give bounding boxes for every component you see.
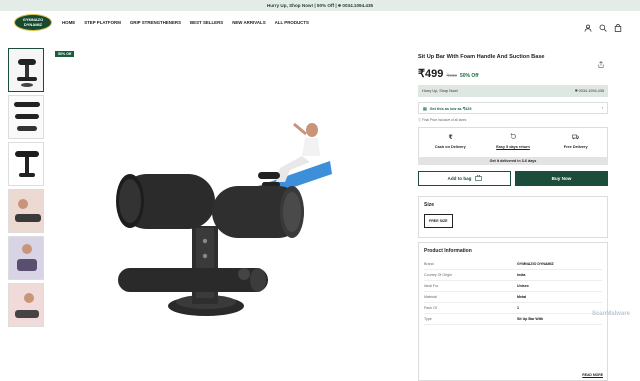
offer-row[interactable]: ▤ Get this as low as ₹425 › [418, 102, 608, 114]
thumbnail-1[interactable] [8, 48, 44, 92]
info-row: Country Of OriginIndia [424, 270, 602, 281]
nav-item-all-products[interactable]: ALL PRODUCTS [275, 20, 309, 25]
offer-text: Get this as low as ₹425 [430, 106, 472, 111]
thumbnail-4[interactable] [8, 189, 44, 233]
truck-icon [572, 133, 579, 141]
size-option-free[interactable]: FREE SIZE [424, 214, 453, 228]
main-product-image[interactable] [80, 56, 370, 331]
hurry-phone[interactable]: 🕿 0034.1094.435 [575, 89, 604, 93]
hurry-text: Hurry Up, Shop Now! [422, 89, 458, 93]
info-row: MaterialMetal [424, 292, 602, 303]
nav-item-best-sellers[interactable]: BEST SELLERS [190, 20, 223, 25]
nav-item-step-platform[interactable]: STEP PLATFORM [84, 20, 121, 25]
info-row: Pack Of1 [424, 303, 602, 314]
original-price: ₹999 [446, 73, 457, 79]
header-actions [584, 19, 622, 27]
thumbnail-6[interactable] [8, 283, 44, 327]
watermark: ScanMalware [592, 311, 630, 317]
add-to-bag-button[interactable]: Add to bag [418, 171, 511, 186]
nav-item-grip-strengtheners[interactable]: GRIP STRENGTHENERS [130, 20, 181, 25]
search-icon[interactable] [599, 19, 607, 27]
buy-now-button[interactable]: Buy Now [515, 171, 608, 186]
delivery-note: Get it delivered in 3-6 days [418, 157, 608, 165]
thumbnail-gallery [8, 48, 46, 330]
user-icon[interactable] [584, 19, 592, 27]
nav-item-home[interactable]: HOME [62, 20, 75, 25]
size-selector: Size FREE SIZE [418, 196, 608, 238]
tax-note: ⓘ Final Price inclusive of all taxes [418, 117, 466, 122]
promo-banner: Hurry Up, Shop Now! | 50% Off | 🕿 0034.1… [0, 0, 640, 11]
info-row: Ideal ForUnisex [424, 281, 602, 292]
product-information: Product Information BrandGYMNAZIO DYNAMI… [418, 242, 608, 381]
chevron-right-icon: › [602, 106, 603, 110]
share-icon[interactable] [598, 55, 604, 62]
nav-item-new-arrivals[interactable]: NEW ARRIVALS [232, 20, 265, 25]
current-price: ₹499 [418, 67, 443, 80]
size-label: Size [424, 202, 602, 208]
product-title: Sit Up Bar With Foam Handle And Suction … [418, 54, 545, 60]
bag-icon [475, 175, 482, 182]
discount-text: 50% Off [460, 73, 479, 79]
purchase-buttons: Add to bag Buy Now [418, 171, 608, 186]
hurry-bar: Hurry Up, Shop Now! 🕿 0034.1094.435 [418, 85, 608, 97]
main-nav: HOME STEP PLATFORM GRIP STRENGTHENERS BE… [62, 20, 309, 25]
info-row: TypeSit Up Bar With [424, 314, 602, 325]
site-header: GYMNAZO DYNAMIZ HOME STEP PLATFORM GRIP … [0, 11, 640, 35]
info-heading: Product Information [424, 248, 602, 254]
thumbnail-2[interactable] [8, 95, 44, 139]
tag-icon: ▤ [423, 106, 427, 111]
discount-badge: 50% Off [55, 51, 74, 57]
info-row: BrandGYMNAZIO DYNAMIZ [424, 259, 602, 270]
thumbnail-5[interactable] [8, 236, 44, 280]
cash-icon: ₹ [447, 133, 454, 141]
thumbnail-3[interactable] [8, 142, 44, 186]
brand-logo[interactable]: GYMNAZO DYNAMIZ [14, 14, 52, 31]
svg-text:₹: ₹ [448, 134, 452, 140]
price-block: ₹499 ₹999 50% Off [418, 67, 479, 80]
product-situp-bar [116, 174, 304, 316]
read-more-link[interactable]: READ MORE [582, 373, 603, 377]
cart-icon[interactable] [614, 19, 622, 27]
return-icon [510, 133, 517, 141]
